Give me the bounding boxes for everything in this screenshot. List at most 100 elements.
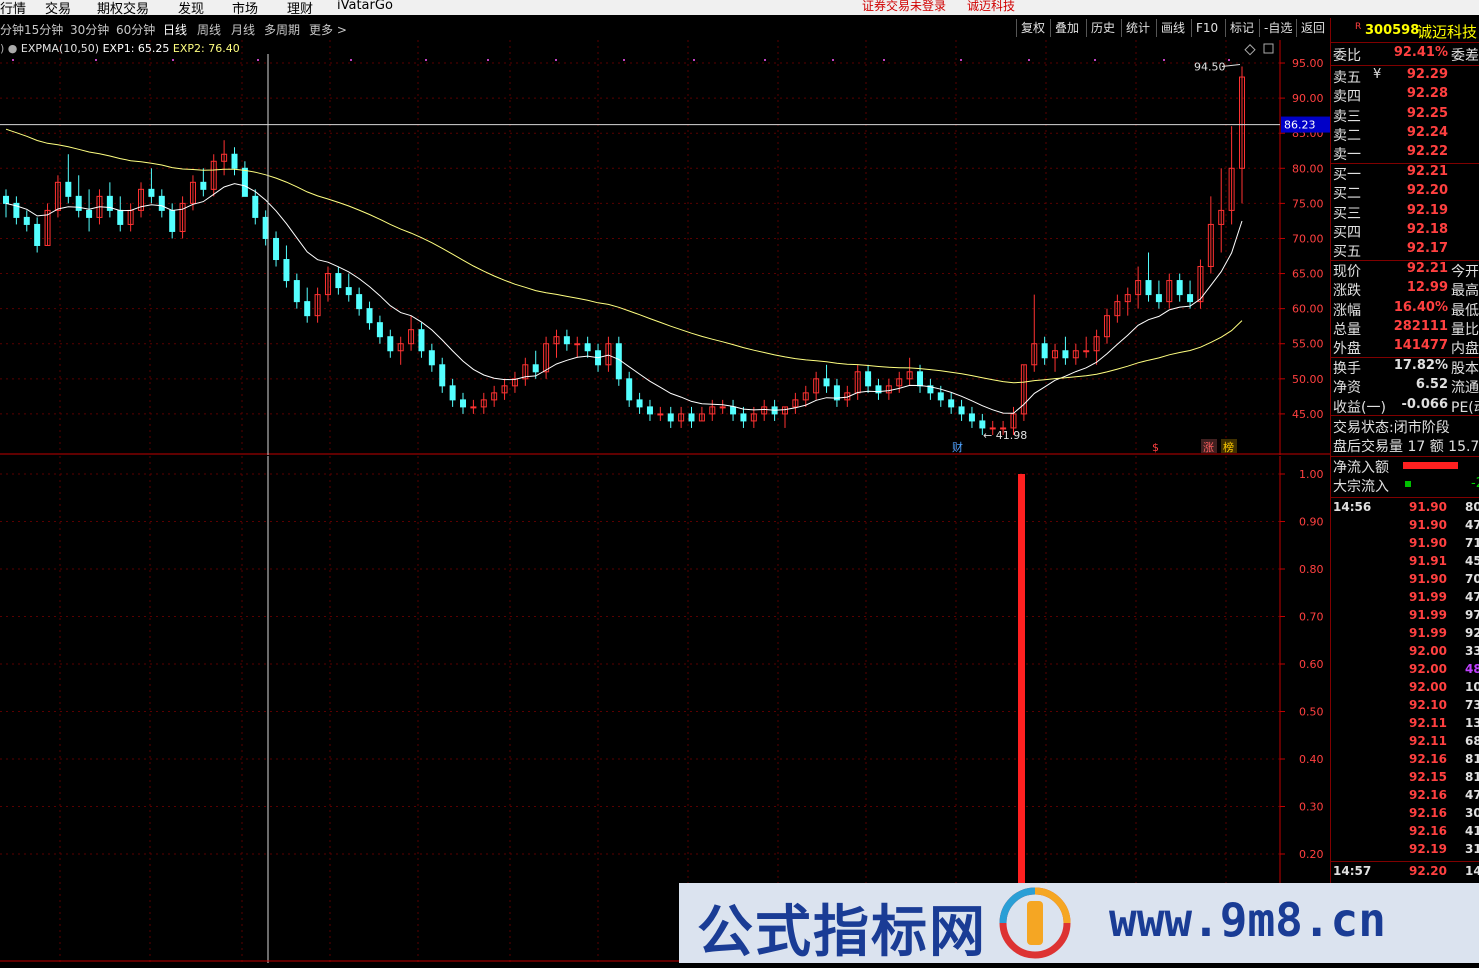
- candle-body-59[interactable]: [615, 343, 622, 380]
- toolbar-button-4[interactable]: 画线: [1156, 19, 1185, 37]
- candle-body-91[interactable]: [948, 399, 955, 408]
- candle-body-15[interactable]: [158, 195, 165, 211]
- candle-body-27[interactable]: [283, 259, 290, 282]
- candle-body-25[interactable]: [262, 216, 269, 239]
- menu-item-1[interactable]: 交易: [45, 0, 71, 15]
- login-alert[interactable]: 证券交易未登录: [862, 0, 946, 14]
- menu-item-6[interactable]: iVatarGo: [337, 0, 393, 13]
- ask-row-4[interactable]: 卖一 92.22: [1333, 144, 1479, 163]
- candle-body-54[interactable]: [563, 336, 570, 345]
- candle-body-66[interactable]: [688, 413, 695, 422]
- stock-alert[interactable]: 诚迈科技: [967, 0, 1015, 14]
- candle-body-6[interactable]: [65, 181, 72, 197]
- candle-body-42[interactable]: [439, 364, 446, 387]
- bid-row-2[interactable]: 买三 92.19: [1333, 203, 1479, 222]
- candle-body-26[interactable]: [273, 237, 280, 261]
- candle-body-61[interactable]: [636, 399, 643, 408]
- menu-item-3[interactable]: 发现: [178, 0, 204, 15]
- candle-body-23[interactable]: [241, 167, 248, 197]
- candle-body-22[interactable]: [231, 153, 238, 169]
- candle-body-3[interactable]: [34, 223, 41, 246]
- menu-item-5[interactable]: 理财: [287, 0, 313, 15]
- bid-row-4[interactable]: 买五 92.17: [1333, 241, 1479, 260]
- toolbar-button-7[interactable]: -自选: [1259, 19, 1292, 37]
- candle-body-24[interactable]: [252, 195, 259, 218]
- candle-body-92[interactable]: [958, 406, 965, 415]
- candle-body-37[interactable]: [387, 336, 394, 352]
- candle-body-55[interactable]: [574, 343, 581, 346]
- menu-item-2[interactable]: 期权交易: [97, 0, 149, 15]
- candle-body-44[interactable]: [460, 399, 467, 408]
- period-tab-6[interactable]: 月线: [231, 21, 255, 38]
- stock-code[interactable]: 300598: [1365, 23, 1419, 38]
- candle-body-8[interactable]: [86, 209, 93, 218]
- candle-body-111[interactable]: [1155, 294, 1162, 303]
- candle-body-102[interactable]: [1062, 350, 1069, 359]
- candle-body-63[interactable]: [657, 413, 664, 416]
- candle-body-28[interactable]: [293, 280, 300, 303]
- candle-body-113[interactable]: [1176, 280, 1183, 296]
- candle-body-83[interactable]: [865, 371, 872, 387]
- period-tab-0[interactable]: 分钟: [0, 21, 24, 38]
- candle-body-88[interactable]: [917, 371, 924, 387]
- candle-body-93[interactable]: [968, 413, 975, 422]
- candle-body-36[interactable]: [376, 322, 383, 338]
- net-inflow-row[interactable]: 净流入额: [1333, 457, 1479, 476]
- candle-body-2[interactable]: [23, 216, 30, 225]
- period-tab-7[interactable]: 多周期: [264, 21, 300, 38]
- ask-row-1[interactable]: 卖四 92.28: [1333, 86, 1479, 105]
- bid-row-3[interactable]: 买四 92.18: [1333, 222, 1479, 241]
- candle-body-40[interactable]: [418, 329, 425, 352]
- candle-body-64[interactable]: [667, 413, 674, 422]
- candle-body-110[interactable]: [1145, 280, 1152, 296]
- candle-body-11[interactable]: [117, 209, 124, 225]
- stock-name[interactable]: 诚迈科技: [1417, 21, 1477, 42]
- marker-dollar[interactable]: $: [1152, 441, 1159, 454]
- toolbar-button-6[interactable]: 标记: [1225, 19, 1254, 37]
- bid-row-0[interactable]: 买一 92.21: [1333, 164, 1479, 183]
- bid-row-1[interactable]: 买二 92.20: [1333, 183, 1479, 202]
- candle-body-33[interactable]: [345, 287, 352, 296]
- candle-body-14[interactable]: [148, 188, 155, 197]
- marker-bang[interactable]: 榜: [1223, 440, 1234, 454]
- toolbar-button-2[interactable]: 历史: [1086, 19, 1115, 37]
- block-inflow-row[interactable]: 大宗流入 -2: [1333, 476, 1479, 495]
- candle-body-70[interactable]: [730, 406, 737, 415]
- period-tab-2[interactable]: 30分钟: [70, 21, 109, 38]
- toolbar-button-1[interactable]: 叠加: [1050, 19, 1079, 37]
- candle-body-94[interactable]: [979, 420, 986, 429]
- marker-zhang[interactable]: 涨: [1203, 441, 1214, 454]
- toolbar-button-5[interactable]: F10: [1191, 19, 1218, 37]
- candle-body-35[interactable]: [366, 308, 373, 324]
- price-chart[interactable]: 95.0090.0085.0080.0075.0070.0065.0060.00…: [0, 40, 1330, 455]
- candle-body-71[interactable]: [740, 413, 747, 422]
- legend-indicator-name[interactable]: EXPMA(10,50): [21, 42, 99, 55]
- period-tab-1[interactable]: 15分钟: [24, 21, 63, 38]
- candle-body-0[interactable]: [3, 195, 9, 204]
- ask-row-2[interactable]: 卖三 92.25: [1333, 106, 1479, 125]
- menu-item-4[interactable]: 市场: [232, 0, 258, 15]
- candle-body-56[interactable]: [584, 343, 591, 352]
- candle-body-41[interactable]: [428, 350, 435, 366]
- candle-body-51[interactable]: [532, 364, 539, 373]
- candle-body-29[interactable]: [304, 301, 311, 317]
- candle-body-90[interactable]: [937, 392, 944, 401]
- candle-body-104[interactable]: [1083, 350, 1090, 353]
- toolbar-button-8[interactable]: 返回: [1296, 19, 1325, 37]
- candle-body-79[interactable]: [823, 378, 830, 387]
- candle-body-114[interactable]: [1187, 294, 1194, 303]
- candle-body-34[interactable]: [356, 294, 363, 310]
- candle-body-45[interactable]: [470, 406, 477, 409]
- candle-body-43[interactable]: [449, 385, 456, 401]
- candle-body-69[interactable]: [719, 406, 726, 409]
- candle-body-19[interactable]: [200, 181, 207, 190]
- candle-body-16[interactable]: [169, 209, 176, 232]
- toolbar-button-3[interactable]: 统计: [1121, 19, 1150, 37]
- candle-body-60[interactable]: [626, 378, 633, 401]
- marker-cai[interactable]: 财: [952, 440, 963, 454]
- period-tab-4[interactable]: 日线: [163, 21, 187, 38]
- candle-body-100[interactable]: [1041, 343, 1048, 359]
- ask-row-0[interactable]: 卖五 92.29 ¥: [1333, 67, 1479, 86]
- toolbar-button-0[interactable]: 复权: [1016, 19, 1045, 37]
- ask-row-3[interactable]: 卖二 92.24: [1333, 125, 1479, 144]
